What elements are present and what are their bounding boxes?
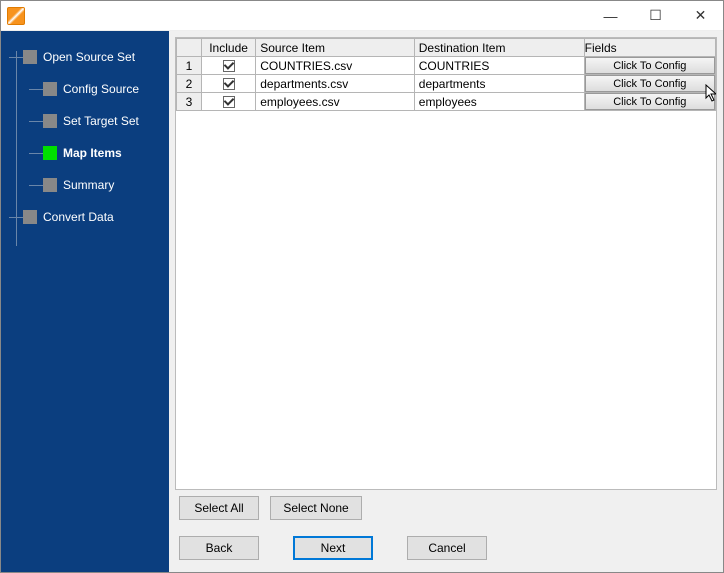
checkbox-icon[interactable] <box>223 60 235 72</box>
wizard-sidebar: Open Source Set Config Source Set Target S… <box>1 31 169 572</box>
step-box-icon <box>43 146 57 160</box>
source-item-cell[interactable]: COUNTRIES.csv <box>256 57 415 75</box>
checkbox-icon[interactable] <box>223 78 235 90</box>
fields-cell: Click To Config <box>584 93 715 111</box>
table-row[interactable]: 3 employees.csvemployeesClick To Config <box>177 93 716 111</box>
col-header-fields[interactable]: Fields <box>584 39 715 57</box>
wizard-step-open-source-set[interactable]: Open Source Set <box>1 41 169 73</box>
step-box-icon <box>43 114 57 128</box>
checkbox-icon[interactable] <box>223 96 235 108</box>
wizard-step-convert-data[interactable]: Convert Data <box>1 201 169 233</box>
maximize-button[interactable]: ☐ <box>633 2 678 30</box>
step-label: Open Source Set <box>43 50 135 64</box>
map-items-grid[interactable]: Include Source Item Destination Item Fie… <box>175 37 717 490</box>
wizard-step-set-target-set[interactable]: Set Target Set <box>1 105 169 137</box>
select-none-button[interactable]: Select None <box>270 496 361 520</box>
step-box-icon <box>43 178 57 192</box>
wizard-step-config-source[interactable]: Config Source <box>1 73 169 105</box>
row-number: 2 <box>177 75 202 93</box>
cancel-button[interactable]: Cancel <box>407 536 487 560</box>
next-button[interactable]: Next <box>293 536 373 560</box>
include-cell[interactable] <box>201 75 255 93</box>
main-panel: Include Source Item Destination Item Fie… <box>169 31 723 572</box>
step-box-icon <box>23 210 37 224</box>
col-header-source[interactable]: Source Item <box>256 39 415 57</box>
destination-item-cell[interactable]: departments <box>414 75 584 93</box>
selection-toolbar: Select All Select None <box>175 490 717 526</box>
step-label: Map Items <box>63 146 122 160</box>
wizard-nav: Back Next Cancel <box>175 526 717 566</box>
minimize-button[interactable]: — <box>588 2 633 30</box>
table-row[interactable]: 1 COUNTRIES.csvCOUNTRIESClick To Config <box>177 57 716 75</box>
destination-item-cell[interactable]: COUNTRIES <box>414 57 584 75</box>
include-cell[interactable] <box>201 93 255 111</box>
wizard-step-summary[interactable]: Summary <box>1 169 169 201</box>
close-button[interactable]: ✕ <box>678 2 723 30</box>
include-cell[interactable] <box>201 57 255 75</box>
fields-cell: Click To Config <box>584 57 715 75</box>
step-label: Set Target Set <box>63 114 139 128</box>
table-row[interactable]: 2 departments.csvdepartmentsClick To Conf… <box>177 75 716 93</box>
col-header-dest[interactable]: Destination Item <box>414 39 584 57</box>
wizard-step-map-items[interactable]: Map Items <box>1 137 169 169</box>
step-box-icon <box>23 50 37 64</box>
app-icon <box>7 7 25 25</box>
step-label: Convert Data <box>43 210 114 224</box>
back-button[interactable]: Back <box>179 536 259 560</box>
col-header-include[interactable]: Include <box>201 39 255 57</box>
step-box-icon <box>43 82 57 96</box>
source-item-cell[interactable]: departments.csv <box>256 75 415 93</box>
click-to-config-button[interactable]: Click To Config <box>585 57 715 74</box>
row-number: 3 <box>177 93 202 111</box>
click-to-config-button[interactable]: Click To Config <box>585 93 715 110</box>
click-to-config-button[interactable]: Click To Config <box>585 75 715 92</box>
destination-item-cell[interactable]: employees <box>414 93 584 111</box>
select-all-button[interactable]: Select All <box>179 496 259 520</box>
source-item-cell[interactable]: employees.csv <box>256 93 415 111</box>
fields-cell: Click To Config <box>584 75 715 93</box>
step-label: Config Source <box>63 82 139 96</box>
col-header-rownum[interactable] <box>177 39 202 57</box>
row-number: 1 <box>177 57 202 75</box>
step-label: Summary <box>63 178 114 192</box>
title-bar: — ☐ ✕ <box>1 1 723 31</box>
